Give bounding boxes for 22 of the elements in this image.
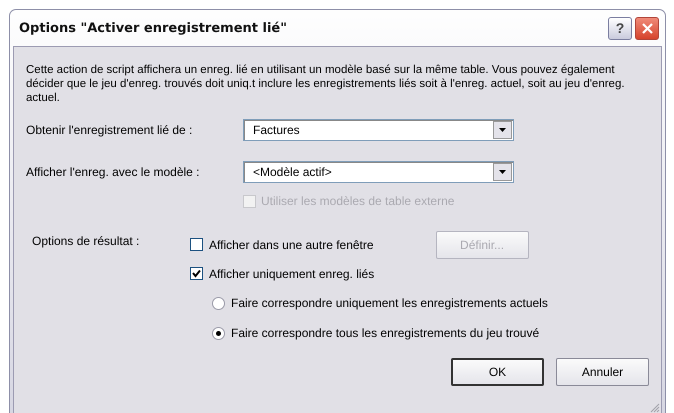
radio-label: Faire correspondre uniquement les enregistrements actuels — [231, 296, 548, 310]
close-button[interactable] — [635, 16, 659, 40]
caret-icon — [499, 170, 506, 174]
cancel-button[interactable]: Annuler — [556, 358, 649, 386]
field-label: Afficher l'enreg. avec le modèle : — [26, 165, 200, 179]
description-text: Cette action de script affichera un enreg. lié en utilisant un modèle basé sur la même table. Vous pouvez également décider que le jeu d'enreg. trouvés doit uniq.t inclure les enregistrements liés soit à l'enreg. actuel, soit au jeu d'enreg. actuel. — [26, 63, 626, 105]
ok-button[interactable]: OK — [451, 358, 544, 386]
help-button[interactable]: ? — [608, 16, 632, 40]
checkbox[interactable] — [190, 238, 203, 251]
radio-button[interactable] — [212, 326, 225, 340]
radio-label: Faire correspondre tous les enregistrements du jeu trouvé — [231, 326, 540, 340]
caret-icon — [499, 128, 506, 132]
field-label: Obtenir l'enregistrement lié de : — [26, 123, 194, 137]
dropdown[interactable]: Factures — [243, 119, 514, 141]
checkbox-label: Afficher dans une autre fenêtre — [209, 238, 374, 252]
checkbox[interactable] — [190, 267, 203, 280]
dropdown[interactable]: <Modèle actif> — [243, 161, 514, 183]
window-title: Options "Activer enregistrement lié" — [19, 20, 288, 36]
close-icon — [642, 22, 652, 34]
radio-button[interactable] — [212, 296, 225, 310]
section-label: Options de résultat : — [31, 233, 140, 250]
checkbox-label: Afficher uniquement enreg. liés — [209, 266, 374, 280]
